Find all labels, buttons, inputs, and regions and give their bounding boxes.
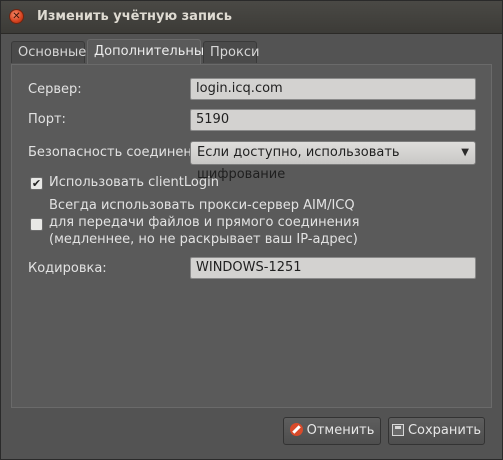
tab-panel: Сервер: login.icq.com Порт: 5190 Безопас… — [11, 64, 492, 408]
window-title: Изменить учётную запись — [37, 9, 232, 24]
proxy-checkbox[interactable] — [30, 218, 43, 231]
tab-advanced[interactable]: Дополнительные — [87, 39, 212, 65]
proxy-label-line1[interactable]: Всегда использовать прокси-сервер AIM/IC… — [49, 198, 355, 213]
cancel-button-label: Отменить — [306, 423, 375, 438]
account-dialog: ✕ Изменить учётную запись Основные Допол… — [0, 0, 503, 460]
cancel-icon — [289, 423, 303, 436]
proxy-label-line3[interactable]: (медленнее, но не раскрывает ваш IP-адре… — [49, 232, 358, 247]
encoding-label: Кодировка: — [28, 261, 107, 276]
security-label: Безопасность соединения: — [28, 145, 213, 160]
close-icon[interactable]: ✕ — [9, 9, 24, 24]
security-combo-value: Если доступно, использовать шифрование — [197, 145, 400, 182]
server-label: Сервер: — [28, 82, 82, 97]
clientlogin-checkbox[interactable]: ✔ — [30, 177, 43, 190]
proxy-label-line2[interactable]: для передачи файлов и прямого соединения — [49, 215, 359, 230]
tab-basic[interactable]: Основные — [11, 41, 86, 63]
security-combo[interactable]: Если доступно, использовать шифрование ▼ — [190, 141, 476, 182]
clientlogin-label[interactable]: Использовать clientLogin — [49, 175, 219, 190]
encoding-field[interactable]: WINDOWS-1251 — [190, 257, 476, 279]
save-button-label: Сохранить — [407, 423, 482, 438]
port-field[interactable]: 5190 — [190, 109, 476, 131]
save-icon — [391, 423, 404, 436]
title-bar: ✕ Изменить учётную запись — [1, 1, 502, 34]
tab-proxy[interactable]: Прокси — [203, 41, 259, 63]
save-button[interactable]: Сохранить — [388, 417, 485, 445]
chevron-down-icon: ▼ — [461, 147, 469, 158]
cancel-button[interactable]: Отменить — [283, 417, 381, 445]
server-field[interactable]: login.icq.com — [190, 78, 476, 100]
port-label: Порт: — [28, 112, 66, 127]
